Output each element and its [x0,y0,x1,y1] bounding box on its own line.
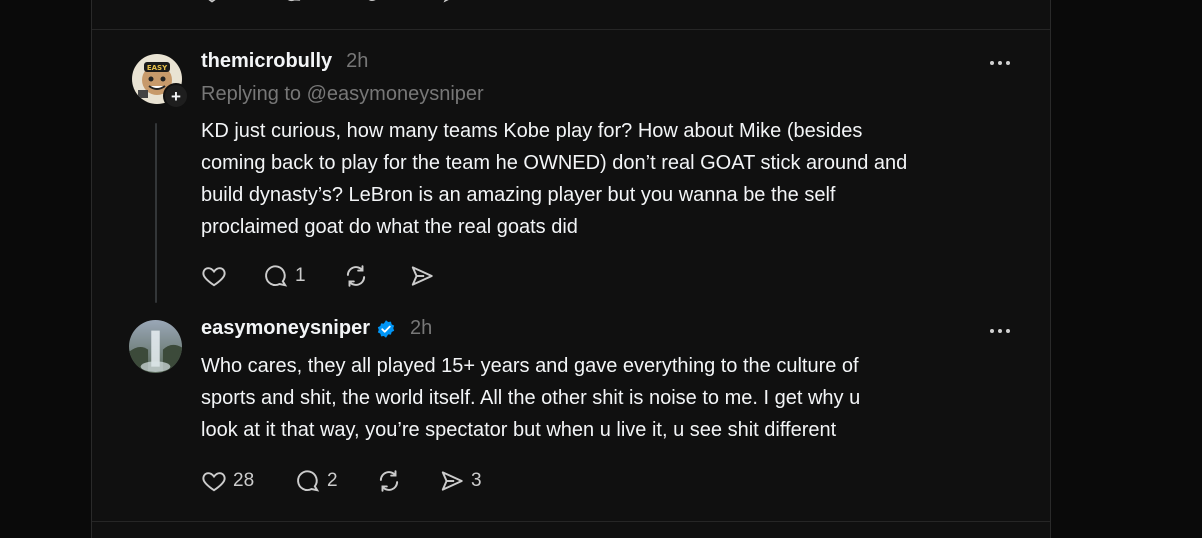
timestamp[interactable]: 2h [410,317,432,340]
timestamp[interactable]: 2h [346,50,368,73]
post-text-line: build dynasty’s? LeBron is an amazing pl… [201,184,836,206]
share-icon [441,471,463,491]
post-actions: 28 2 3 [201,468,482,494]
post-text-line: proclaimed goat do what the real goats d… [201,216,578,238]
replying-to-label[interactable]: Replying to @easymoneysniper [201,83,484,106]
verified-badge-icon [377,319,395,338]
svg-text:EASY: EASY [147,64,168,72]
post-actions: 1 [201,263,441,289]
comment-count: 1 [295,265,306,286]
comment-count: 2 [327,470,338,491]
post-text-line: KD just curious, how many teams Kobe pla… [201,120,863,142]
comment-icon [265,265,288,287]
comment-button[interactable]: 1 [263,263,343,289]
heart-icon [202,472,226,492]
share-button[interactable]: 3 [439,468,482,494]
repost-icon [379,470,399,492]
share-icon[interactable] [442,0,462,4]
comment-icon[interactable] [282,0,302,4]
post-text-line: coming back to play for the team he OWNE… [201,152,908,174]
follow-plus-icon[interactable]: + [163,83,189,109]
like-count: 28 [233,470,255,491]
repost-button[interactable] [376,468,439,494]
share-count: 3 [471,470,482,491]
more-options-icon[interactable] [985,53,1015,73]
share-button[interactable] [409,263,441,289]
heart-icon[interactable] [202,0,222,4]
divider [92,521,1050,522]
username[interactable]: themicrobully [201,50,332,73]
post-text-line: Who cares, they all played 15+ years and… [201,355,859,377]
username[interactable]: easymoneysniper [201,317,370,340]
thread-feed: EASY + themicrobully 2h Replying to @eas… [91,0,1051,538]
divider [92,29,1050,30]
post-text: Who cares, they all played 15+ years and… [201,350,860,446]
previous-post-actions [202,0,462,4]
repost-icon[interactable] [362,0,382,4]
like-button[interactable]: 28 [201,468,295,494]
repost-icon [346,265,366,287]
like-button[interactable] [201,263,263,289]
post-header: themicrobully 2h [201,50,368,73]
repost-button[interactable] [343,263,409,289]
post-text: KD just curious, how many teams Kobe pla… [201,115,907,243]
comment-button[interactable]: 2 [295,468,376,494]
thread-line [155,123,157,303]
share-icon [411,266,433,286]
more-options-icon[interactable] [985,321,1015,341]
heart-icon [202,267,226,287]
post-text-line: look at it that way, you’re spectator bu… [201,419,837,441]
post-text-line: sports and shit, the world itself. All t… [201,387,861,409]
comment-icon [297,470,320,492]
post-header: easymoneysniper 2h [201,317,432,340]
avatar[interactable] [129,320,182,373]
